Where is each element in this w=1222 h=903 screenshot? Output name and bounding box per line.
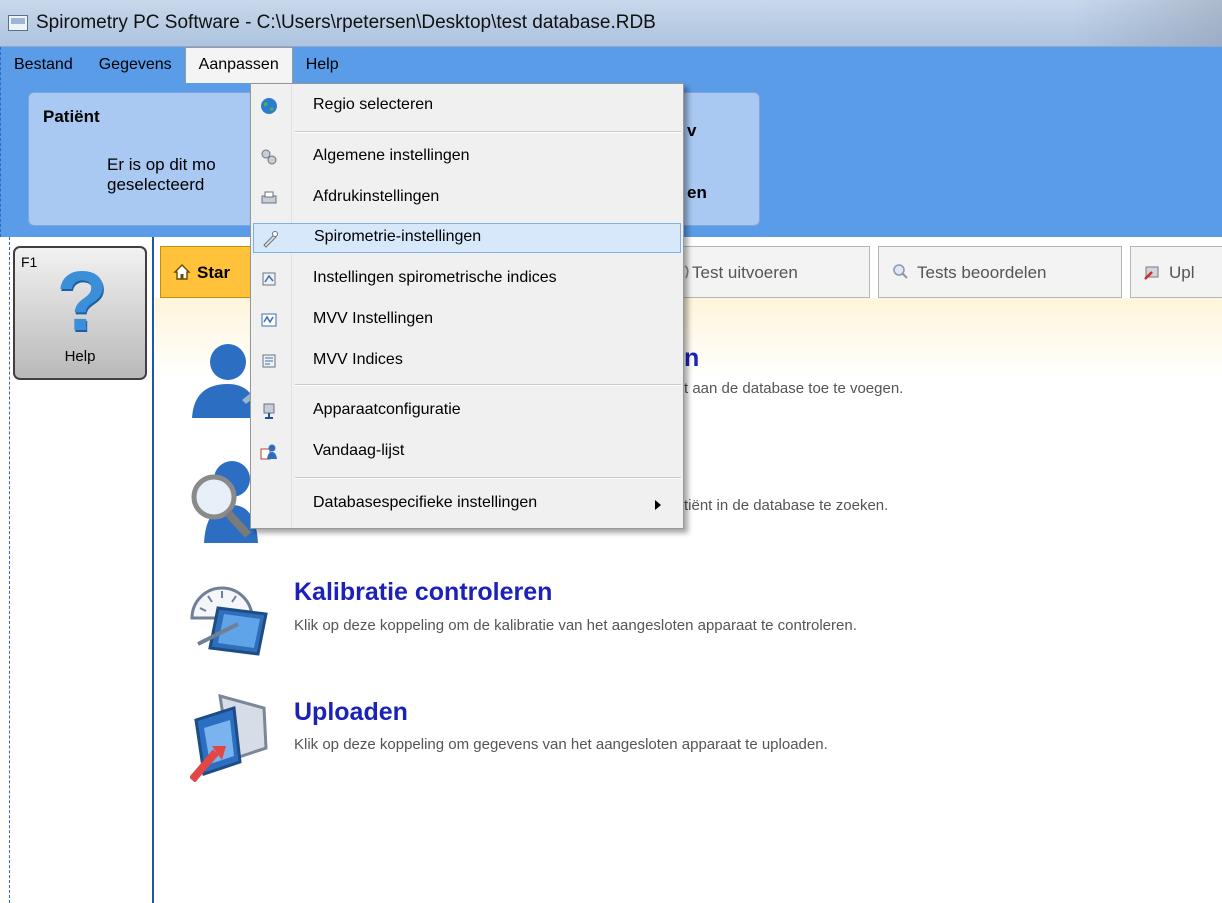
action-calibration-title[interactable]: Kalibratie controleren	[294, 578, 552, 607]
globe-icon	[261, 98, 277, 114]
title-bar-controls-area	[1072, 0, 1222, 46]
upload-icon	[1144, 266, 1159, 280]
help-shortcut-label: F1	[21, 254, 38, 270]
menu-item-label: Algemene instellingen	[313, 147, 470, 164]
menu-item-vandaag-lijst[interactable]: Vandaag-lijst	[253, 437, 681, 467]
action-calibration-description: Klik op deze koppeling om de kalibratie …	[294, 617, 857, 634]
menu-separator	[295, 384, 681, 386]
menu-separator	[295, 477, 681, 479]
tab-test-uitvoeren[interactable]: Test uitvoeren	[680, 246, 870, 298]
upload-device-icon	[190, 693, 268, 782]
action-upload-description: Klik op deze koppeling om gegevens van h…	[294, 736, 828, 753]
home-icon	[173, 264, 191, 280]
menu-item-databasespecifieke-instellingen[interactable]: Databasespecifieke instellingen	[253, 489, 681, 519]
title-bar: Spirometry PC Software - C:\Users\rpeter…	[0, 0, 1222, 47]
indices-settings-icon	[262, 272, 276, 286]
tab-test-uitvoeren-label: Test uitvoeren	[692, 263, 798, 282]
menu-item-mvv-instellingen[interactable]: MVV Instellingen	[253, 305, 681, 335]
action-search-patient-description: tiënt in de database te zoeken.	[684, 497, 889, 514]
menu-item-algemene-instellingen[interactable]: Algemene instellingen	[253, 142, 681, 172]
today-list-icon	[260, 444, 277, 460]
menu-item-afdrukinstellingen[interactable]: Afdrukinstellingen	[253, 183, 681, 213]
patient-message-line-1: Er is op dit mo	[107, 155, 216, 174]
menu-item-spirometrie-instellingen[interactable]: Spirometrie-instellingen	[253, 223, 681, 253]
action-upload-title[interactable]: Uploaden	[294, 698, 408, 727]
menu-separator	[295, 131, 681, 133]
menu-item-label: Regio selecteren	[313, 96, 434, 113]
patient-panel-right-text-2[interactable]: en	[687, 183, 707, 203]
patient-panel-message: Er is op dit mo geselecteerd	[107, 155, 216, 195]
tab-tests-beoordelen-label: Tests beoordelen	[917, 263, 1047, 282]
menu-item-instellingen-spirometrische-indices[interactable]: Instellingen spirometrische indices	[253, 264, 681, 294]
question-mark-icon: ?	[56, 254, 108, 348]
menu-help[interactable]: Help	[293, 47, 352, 83]
menu-aanpassen[interactable]: Aanpassen	[184, 47, 293, 83]
menu-item-label: Databasespecifieke instellingen	[313, 494, 538, 511]
menu-item-apparaatconfiguratie[interactable]: Apparaatconfiguratie	[253, 396, 681, 426]
menu-bestand[interactable]: Bestand	[1, 47, 86, 83]
printer-icon	[261, 191, 277, 204]
menu-item-label: Vandaag-lijst	[313, 442, 405, 459]
calibration-icon	[190, 586, 268, 656]
mvv-settings-icon	[261, 313, 277, 327]
menu-item-label: Afdrukinstellingen	[313, 188, 440, 205]
menu-item-label: Spirometrie-instellingen	[314, 228, 482, 245]
tab-uploaden-label: Upl	[1169, 263, 1195, 282]
app-icon	[8, 15, 28, 31]
device-config-icon	[263, 403, 275, 419]
magnifier-icon	[893, 264, 908, 279]
menu-bar: Bestand Gegevens Aanpassen Help	[1, 47, 352, 83]
tab-uploaden[interactable]: Upl	[1130, 246, 1222, 298]
menu-item-label: Instellingen spirometrische indices	[313, 269, 557, 286]
menu-item-label: MVV Indices	[313, 351, 403, 368]
help-button-label: Help	[64, 348, 96, 365]
patient-panel-title: Patiënt	[43, 107, 100, 126]
help-button[interactable]: F1 ? Help	[13, 246, 147, 380]
patient-panel-right-text-1: v	[687, 121, 697, 140]
mvv-indices-icon	[262, 354, 276, 368]
window-title: Spirometry PC Software - C:\Users\rpeter…	[36, 12, 656, 33]
menu-item-mvv-indices[interactable]: MVV Indices	[253, 346, 681, 376]
menu-item-label: Apparaatconfiguratie	[313, 401, 461, 418]
action-add-patient-title[interactable]: n	[684, 344, 699, 373]
action-add-patient-description: t aan de database toe te voegen.	[684, 380, 904, 397]
patient-message-line-2: geselecteerd	[107, 175, 205, 194]
left-edge-border	[9, 237, 10, 903]
menu-gegevens[interactable]: Gegevens	[86, 47, 185, 83]
aanpassen-dropdown-menu: Regio selecteren Algemene instellingen A…	[250, 83, 684, 529]
content-divider	[152, 237, 154, 903]
spirometer-icon	[263, 231, 278, 248]
tab-start-label: Star	[197, 263, 231, 282]
tab-tests-beoordelen[interactable]: Tests beoordelen	[878, 246, 1122, 298]
gears-icon	[261, 149, 277, 165]
submenu-arrow-icon	[655, 500, 661, 510]
menu-item-regio-selecteren[interactable]: Regio selecteren	[253, 91, 681, 121]
menu-item-label: MVV Instellingen	[313, 310, 434, 327]
